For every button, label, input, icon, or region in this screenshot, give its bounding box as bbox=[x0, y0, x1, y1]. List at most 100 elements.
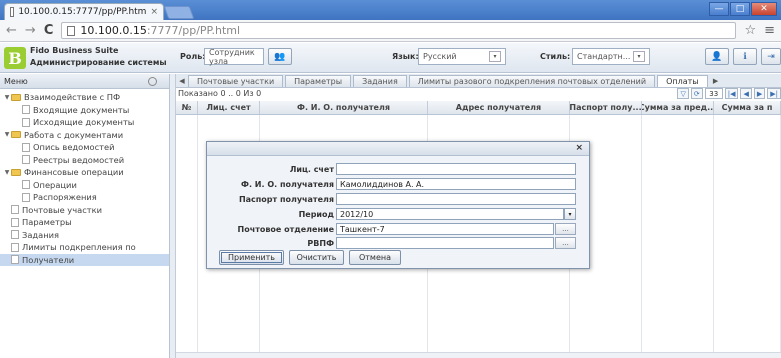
fio-input[interactable]: Камолиддинов А. А. bbox=[336, 178, 576, 190]
menu-icon[interactable]: ≡ bbox=[764, 23, 775, 38]
bookmark-star-icon[interactable]: ☆ bbox=[744, 23, 756, 38]
rvpf-input[interactable] bbox=[336, 237, 554, 249]
sidebar-item-label: Взаимодействие с ПФ bbox=[24, 92, 121, 103]
sidebar-item[interactable]: Опись ведомостей bbox=[0, 141, 169, 154]
sidebar-item[interactable]: Лимиты подкрепления по bbox=[0, 241, 169, 254]
forward-arrow-icon[interactable]: → bbox=[25, 23, 36, 38]
sidebar-item-label: Операции bbox=[33, 179, 77, 190]
tab-close-icon[interactable]: × bbox=[150, 7, 158, 17]
post-office-lookup-button[interactable]: ... bbox=[555, 223, 576, 235]
window-close-button[interactable]: ✕ bbox=[751, 2, 777, 16]
post-office-input[interactable]: Ташкент-7 bbox=[336, 223, 554, 235]
column-header[interactable]: Адрес получателя bbox=[428, 101, 570, 114]
grid-column bbox=[642, 115, 714, 358]
sidebar-item[interactable]: Входящие документы bbox=[0, 104, 169, 117]
tab-item[interactable]: Лимиты разового подкрепления почтовых от… bbox=[408, 75, 656, 87]
sidebar-item[interactable]: Исходящие документы bbox=[0, 116, 169, 129]
passport-input[interactable] bbox=[336, 193, 576, 205]
fio-label: Ф. И. О. получателя bbox=[241, 180, 334, 189]
dialog-close-icon[interactable]: × bbox=[575, 143, 583, 153]
sidebar-item[interactable]: ▼ Работа с документами bbox=[0, 129, 169, 142]
account-label: Лиц. счет bbox=[289, 165, 334, 174]
column-header[interactable]: Лиц. счет bbox=[198, 101, 260, 114]
sidebar-title: Меню bbox=[4, 77, 28, 86]
document-icon bbox=[11, 217, 19, 227]
back-arrow-icon[interactable]: ← bbox=[6, 23, 17, 38]
column-header[interactable]: Ф. И. О. получателя bbox=[260, 101, 428, 114]
filter-icon[interactable]: ▽ bbox=[677, 88, 689, 99]
new-tab-button[interactable] bbox=[163, 6, 195, 19]
column-header[interactable]: Сумма за пред... bbox=[642, 101, 714, 114]
expand-arrow-icon[interactable]: ▼ bbox=[3, 94, 11, 101]
tab-item[interactable]: Почтовые участки bbox=[188, 75, 284, 87]
role-label: Роль: bbox=[180, 52, 206, 61]
role-users-button[interactable]: 👥 bbox=[268, 48, 292, 65]
column-header[interactable]: Сумма за п bbox=[714, 101, 781, 114]
cancel-button[interactable]: Отмена bbox=[349, 250, 401, 265]
account-input[interactable] bbox=[336, 163, 576, 175]
sidebar-item[interactable]: ▼ Взаимодействие с ПФ bbox=[0, 91, 169, 104]
sidebar-item[interactable]: Почтовые участки bbox=[0, 204, 169, 217]
chevron-down-icon: ▾ bbox=[489, 51, 501, 62]
tab-scroll-right-icon[interactable]: ▶ bbox=[710, 74, 722, 87]
language-value: Русский bbox=[423, 52, 457, 61]
collapse-icon[interactable] bbox=[148, 77, 157, 86]
app-logo: B bbox=[4, 47, 26, 69]
maximize-button[interactable]: □ bbox=[730, 2, 750, 16]
style-select[interactable]: Стандартн... ▾ bbox=[572, 48, 650, 65]
period-select[interactable]: 2012/10 bbox=[336, 208, 564, 220]
role-select[interactable]: Сотрудник узла bbox=[204, 47, 264, 66]
tab-item[interactable]: Параметры bbox=[285, 75, 352, 87]
passport-label: Паспорт получателя bbox=[238, 195, 334, 204]
reload-icon[interactable]: C bbox=[44, 23, 54, 38]
tab-label: Задания bbox=[362, 77, 398, 86]
url-path: :7777/pp/PP.html bbox=[146, 24, 241, 37]
rvpf-lookup-button[interactable]: ... bbox=[555, 237, 576, 249]
browser-tab[interactable]: 10.100.0.15:7777/pp/PP.htm × bbox=[4, 3, 164, 20]
sidebar-item[interactable]: Реестры ведомостей bbox=[0, 154, 169, 167]
clear-button[interactable]: Очистить bbox=[289, 250, 344, 265]
role-value: Сотрудник узла bbox=[209, 47, 255, 66]
last-page-icon[interactable]: ▶| bbox=[767, 88, 781, 99]
sidebar-item[interactable]: Задания bbox=[0, 229, 169, 242]
sidebar-item[interactable]: Распоряжения bbox=[0, 191, 169, 204]
document-icon bbox=[22, 192, 30, 202]
info-icon: ℹ bbox=[743, 51, 747, 62]
tab-item[interactable]: Задания bbox=[353, 75, 407, 87]
chevron-down-icon[interactable]: ▾ bbox=[564, 208, 576, 220]
prev-page-icon[interactable]: ◀ bbox=[740, 88, 752, 99]
exit-button[interactable]: ⇥ bbox=[761, 48, 781, 65]
sidebar-item-label: Распоряжения bbox=[33, 192, 97, 203]
minimize-button[interactable]: — bbox=[709, 2, 729, 16]
sidebar-item[interactable]: Получатели bbox=[0, 253, 169, 266]
column-header[interactable]: № bbox=[176, 101, 198, 114]
app-subtitle: Администрирование системы bbox=[30, 58, 167, 67]
sidebar-item-label: Входящие документы bbox=[33, 104, 130, 115]
page-number[interactable]: 33 bbox=[704, 88, 723, 99]
window-controls: — □ ✕ bbox=[709, 2, 777, 16]
sidebar-item[interactable]: ▼ Финансовые операции bbox=[0, 166, 169, 179]
address-bar: ← → C 10.100.0.15:7777/pp/PP.html ☆ ≡ bbox=[0, 20, 781, 42]
period-label: Период bbox=[298, 210, 334, 219]
tab-item[interactable]: Оплаты bbox=[657, 75, 708, 87]
sidebar-item[interactable]: Параметры bbox=[0, 216, 169, 229]
column-header[interactable]: Паспорт полу... bbox=[570, 101, 642, 114]
user-button[interactable]: 👤 bbox=[705, 48, 729, 65]
tab-label: Почтовые участки bbox=[197, 77, 275, 86]
expand-arrow-icon[interactable]: ▼ bbox=[3, 131, 11, 138]
url-input[interactable]: 10.100.0.15:7777/pp/PP.html bbox=[61, 22, 737, 39]
row-post: Почтовое отделение Ташкент-7 ... bbox=[207, 223, 591, 237]
sidebar-header: Меню bbox=[0, 74, 169, 89]
sidebar-item[interactable]: Операции bbox=[0, 179, 169, 192]
tab-label: Лимиты разового подкрепления почтовых от… bbox=[417, 77, 647, 86]
language-select[interactable]: Русский ▾ bbox=[418, 48, 506, 65]
info-button[interactable]: ℹ bbox=[733, 48, 757, 65]
next-page-icon[interactable]: ▶ bbox=[753, 88, 766, 99]
tab-scroll-left-icon[interactable]: ◀ bbox=[176, 74, 188, 87]
first-page-icon[interactable]: |◀ bbox=[724, 88, 739, 99]
horizontal-scrollbar[interactable] bbox=[176, 352, 781, 358]
refresh-icon[interactable]: ⟳ bbox=[690, 88, 703, 99]
document-icon bbox=[22, 180, 30, 190]
apply-button[interactable]: Применить bbox=[219, 250, 284, 265]
expand-arrow-icon[interactable]: ▼ bbox=[3, 169, 11, 176]
